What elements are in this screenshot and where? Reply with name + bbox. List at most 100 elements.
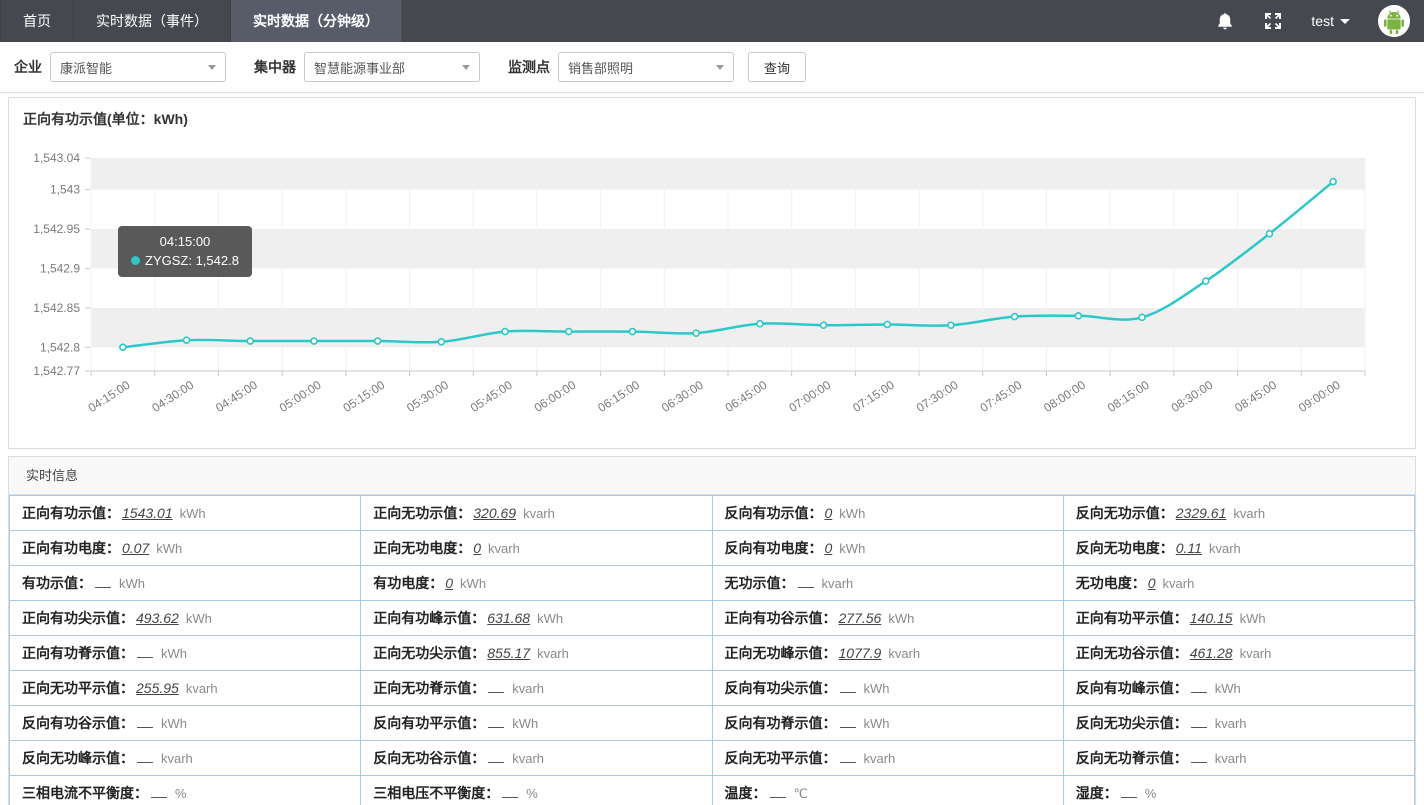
metric-unit: kWh xyxy=(888,611,914,626)
metric-value-link[interactable]: 1543.01 xyxy=(122,505,173,521)
table-row: 正向有功电度：0.07kWh正向无功电度：0kvarh反向有功电度：0kWh反向… xyxy=(10,531,1415,566)
metric-value-link[interactable]: 2329.61 xyxy=(1176,505,1227,521)
user-menu[interactable]: test xyxy=(1311,13,1350,29)
monitor-point-select[interactable]: 销售部照明 xyxy=(558,52,734,82)
metric-value-link[interactable]: 0 xyxy=(1148,575,1156,591)
metric-label: 正向无功平示值： xyxy=(22,680,134,696)
svg-text:07:30:00: 07:30:00 xyxy=(914,378,961,415)
metric-unit: kvarh xyxy=(512,751,544,766)
metric-missing-dash xyxy=(151,785,167,798)
enterprise-label: 企业 xyxy=(14,57,42,77)
table-row: 反向有功谷示值：kWh反向有功平示值：kWh反向有功脊示值：kWh反向无功尖示值… xyxy=(10,706,1415,741)
query-button[interactable]: 查询 xyxy=(748,52,806,82)
metric-value-link[interactable]: 631.68 xyxy=(487,610,530,626)
metric-unit: kvarh xyxy=(1163,576,1195,591)
metric-missing-dash xyxy=(502,785,518,798)
metric-cell: 反向无功谷示值：kvarh xyxy=(361,741,712,776)
username: test xyxy=(1311,13,1334,29)
metric-label: 正向有功脊示值： xyxy=(22,645,134,661)
metric-value-link[interactable]: 0.11 xyxy=(1176,540,1202,556)
metric-unit: kvarh xyxy=(1233,506,1265,521)
metric-cell: 反向有功峰示值：kWh xyxy=(1063,671,1414,706)
metric-value-link[interactable]: 140.15 xyxy=(1190,610,1233,626)
svg-text:1,542.9: 1,542.9 xyxy=(40,261,80,275)
metric-value-link[interactable]: 0 xyxy=(825,505,833,521)
metric-unit: % xyxy=(1145,786,1157,801)
metric-missing-dash xyxy=(488,750,504,763)
chart-svg[interactable]: 1,543.041,5431,542.951,542.91,542.851,54… xyxy=(9,133,1415,435)
metric-cell: 反向有功脊示值：kWh xyxy=(712,706,1063,741)
metric-value-link[interactable]: 493.62 xyxy=(136,610,179,626)
metric-cell: 正向无功尖示值：855.17kvarh xyxy=(361,636,712,671)
nav-tab-1[interactable]: 实时数据（事件） xyxy=(74,0,231,42)
metric-unit: kWh xyxy=(186,611,212,626)
table-row: 反向无功峰示值：kvarh反向无功谷示值：kvarh反向无功平示值：kvarh反… xyxy=(10,741,1415,776)
metric-unit: kvarh xyxy=(864,751,896,766)
chevron-down-icon xyxy=(462,65,470,70)
metric-value-link[interactable]: 0.07 xyxy=(122,540,149,556)
metric-value-link[interactable]: 0 xyxy=(473,540,481,556)
metric-cell: 反向有功平示值：kWh xyxy=(361,706,712,741)
metric-missing-dash xyxy=(840,750,856,763)
metric-unit: kvarh xyxy=(1209,541,1241,556)
svg-text:06:15:00: 06:15:00 xyxy=(595,378,642,415)
concentrator-select[interactable]: 智慧能源事业部 xyxy=(304,52,480,82)
metric-cell: 有功示值：kWh xyxy=(10,566,361,601)
chevron-down-icon xyxy=(208,65,216,70)
metric-value-link[interactable]: 461.28 xyxy=(1190,645,1233,661)
metric-value-link[interactable]: 0 xyxy=(445,575,453,591)
concentrator-label: 集中器 xyxy=(254,57,296,77)
metric-cell: 有功电度：0kWh xyxy=(361,566,712,601)
metric-label: 正向有功示值： xyxy=(22,505,120,521)
metric-cell: 正向无功示值：320.69kvarh xyxy=(361,496,712,531)
bell-icon[interactable] xyxy=(1215,11,1235,31)
metric-unit: kvarh xyxy=(161,751,193,766)
metric-unit: kvarh xyxy=(1240,646,1272,661)
metric-missing-dash xyxy=(1121,785,1137,798)
metric-label: 无功电度： xyxy=(1076,575,1146,591)
realtime-table: 正向有功示值：1543.01kWh正向无功示值：320.69kvarh反向有功示… xyxy=(9,495,1415,805)
metric-value-link[interactable]: 0 xyxy=(825,540,833,556)
metric-value-link[interactable]: 855.17 xyxy=(487,645,530,661)
metric-unit: kvarh xyxy=(186,681,218,696)
metric-cell: 正向有功峰示值：631.68kWh xyxy=(361,601,712,636)
top-navbar: 首页实时数据（事件）实时数据（分钟级） test xyxy=(0,0,1424,42)
svg-text:08:00:00: 08:00:00 xyxy=(1041,378,1088,415)
metric-label: 正向无功脊示值： xyxy=(373,680,485,696)
svg-text:05:45:00: 05:45:00 xyxy=(468,378,515,415)
monitor-point-label: 监测点 xyxy=(508,57,550,77)
metric-cell: 反向无功尖示值：kvarh xyxy=(1063,706,1414,741)
metric-unit: ℃ xyxy=(794,786,809,801)
fullscreen-icon[interactable] xyxy=(1263,11,1283,31)
table-row: 正向有功尖示值：493.62kWh正向有功峰示值：631.68kWh正向有功谷示… xyxy=(10,601,1415,636)
nav-tab-0[interactable]: 首页 xyxy=(0,0,74,42)
metric-value-link[interactable]: 1077.9 xyxy=(839,645,882,661)
metric-cell: 正向无功电度：0kvarh xyxy=(361,531,712,566)
metric-value-link[interactable]: 277.56 xyxy=(839,610,882,626)
nav-tab-2[interactable]: 实时数据（分钟级） xyxy=(231,0,402,42)
avatar[interactable] xyxy=(1378,5,1410,37)
metric-unit: kvarh xyxy=(488,541,520,556)
svg-text:08:15:00: 08:15:00 xyxy=(1105,378,1152,415)
metric-unit: kvarh xyxy=(822,576,854,591)
nav-tabs: 首页实时数据（事件）实时数据（分钟级） xyxy=(0,0,402,42)
metric-value-link[interactable]: 255.95 xyxy=(136,680,179,696)
metric-unit: kWh xyxy=(839,506,865,521)
realtime-info-panel: 实时信息 正向有功示值：1543.01kWh正向无功示值：320.69kvarh… xyxy=(8,456,1416,805)
metric-cell: 反向无功示值：2329.61kvarh xyxy=(1063,496,1414,531)
metric-cell: 反向无功电度：0.11kvarh xyxy=(1063,531,1414,566)
metric-cell: 反向有功尖示值：kWh xyxy=(712,671,1063,706)
metric-label: 反向无功脊示值： xyxy=(1076,750,1188,766)
metric-value-link[interactable]: 320.69 xyxy=(473,505,516,521)
metric-cell: 反向有功示值：0kWh xyxy=(712,496,1063,531)
metric-missing-dash xyxy=(488,715,504,728)
enterprise-select[interactable]: 康派智能 xyxy=(50,52,226,82)
table-row: 正向有功示值：1543.01kWh正向无功示值：320.69kvarh反向有功示… xyxy=(10,496,1415,531)
metric-label: 无功示值： xyxy=(725,575,795,591)
chart-title: 正向有功示值(单位：kWh) xyxy=(9,98,1415,133)
metric-missing-dash xyxy=(1191,750,1207,763)
metric-label: 正向有功峰示值： xyxy=(373,610,485,626)
svg-text:04:45:00: 04:45:00 xyxy=(213,378,260,415)
metric-cell: 反向无功峰示值：kvarh xyxy=(10,741,361,776)
metric-label: 三相电流不平衡度： xyxy=(22,785,148,801)
